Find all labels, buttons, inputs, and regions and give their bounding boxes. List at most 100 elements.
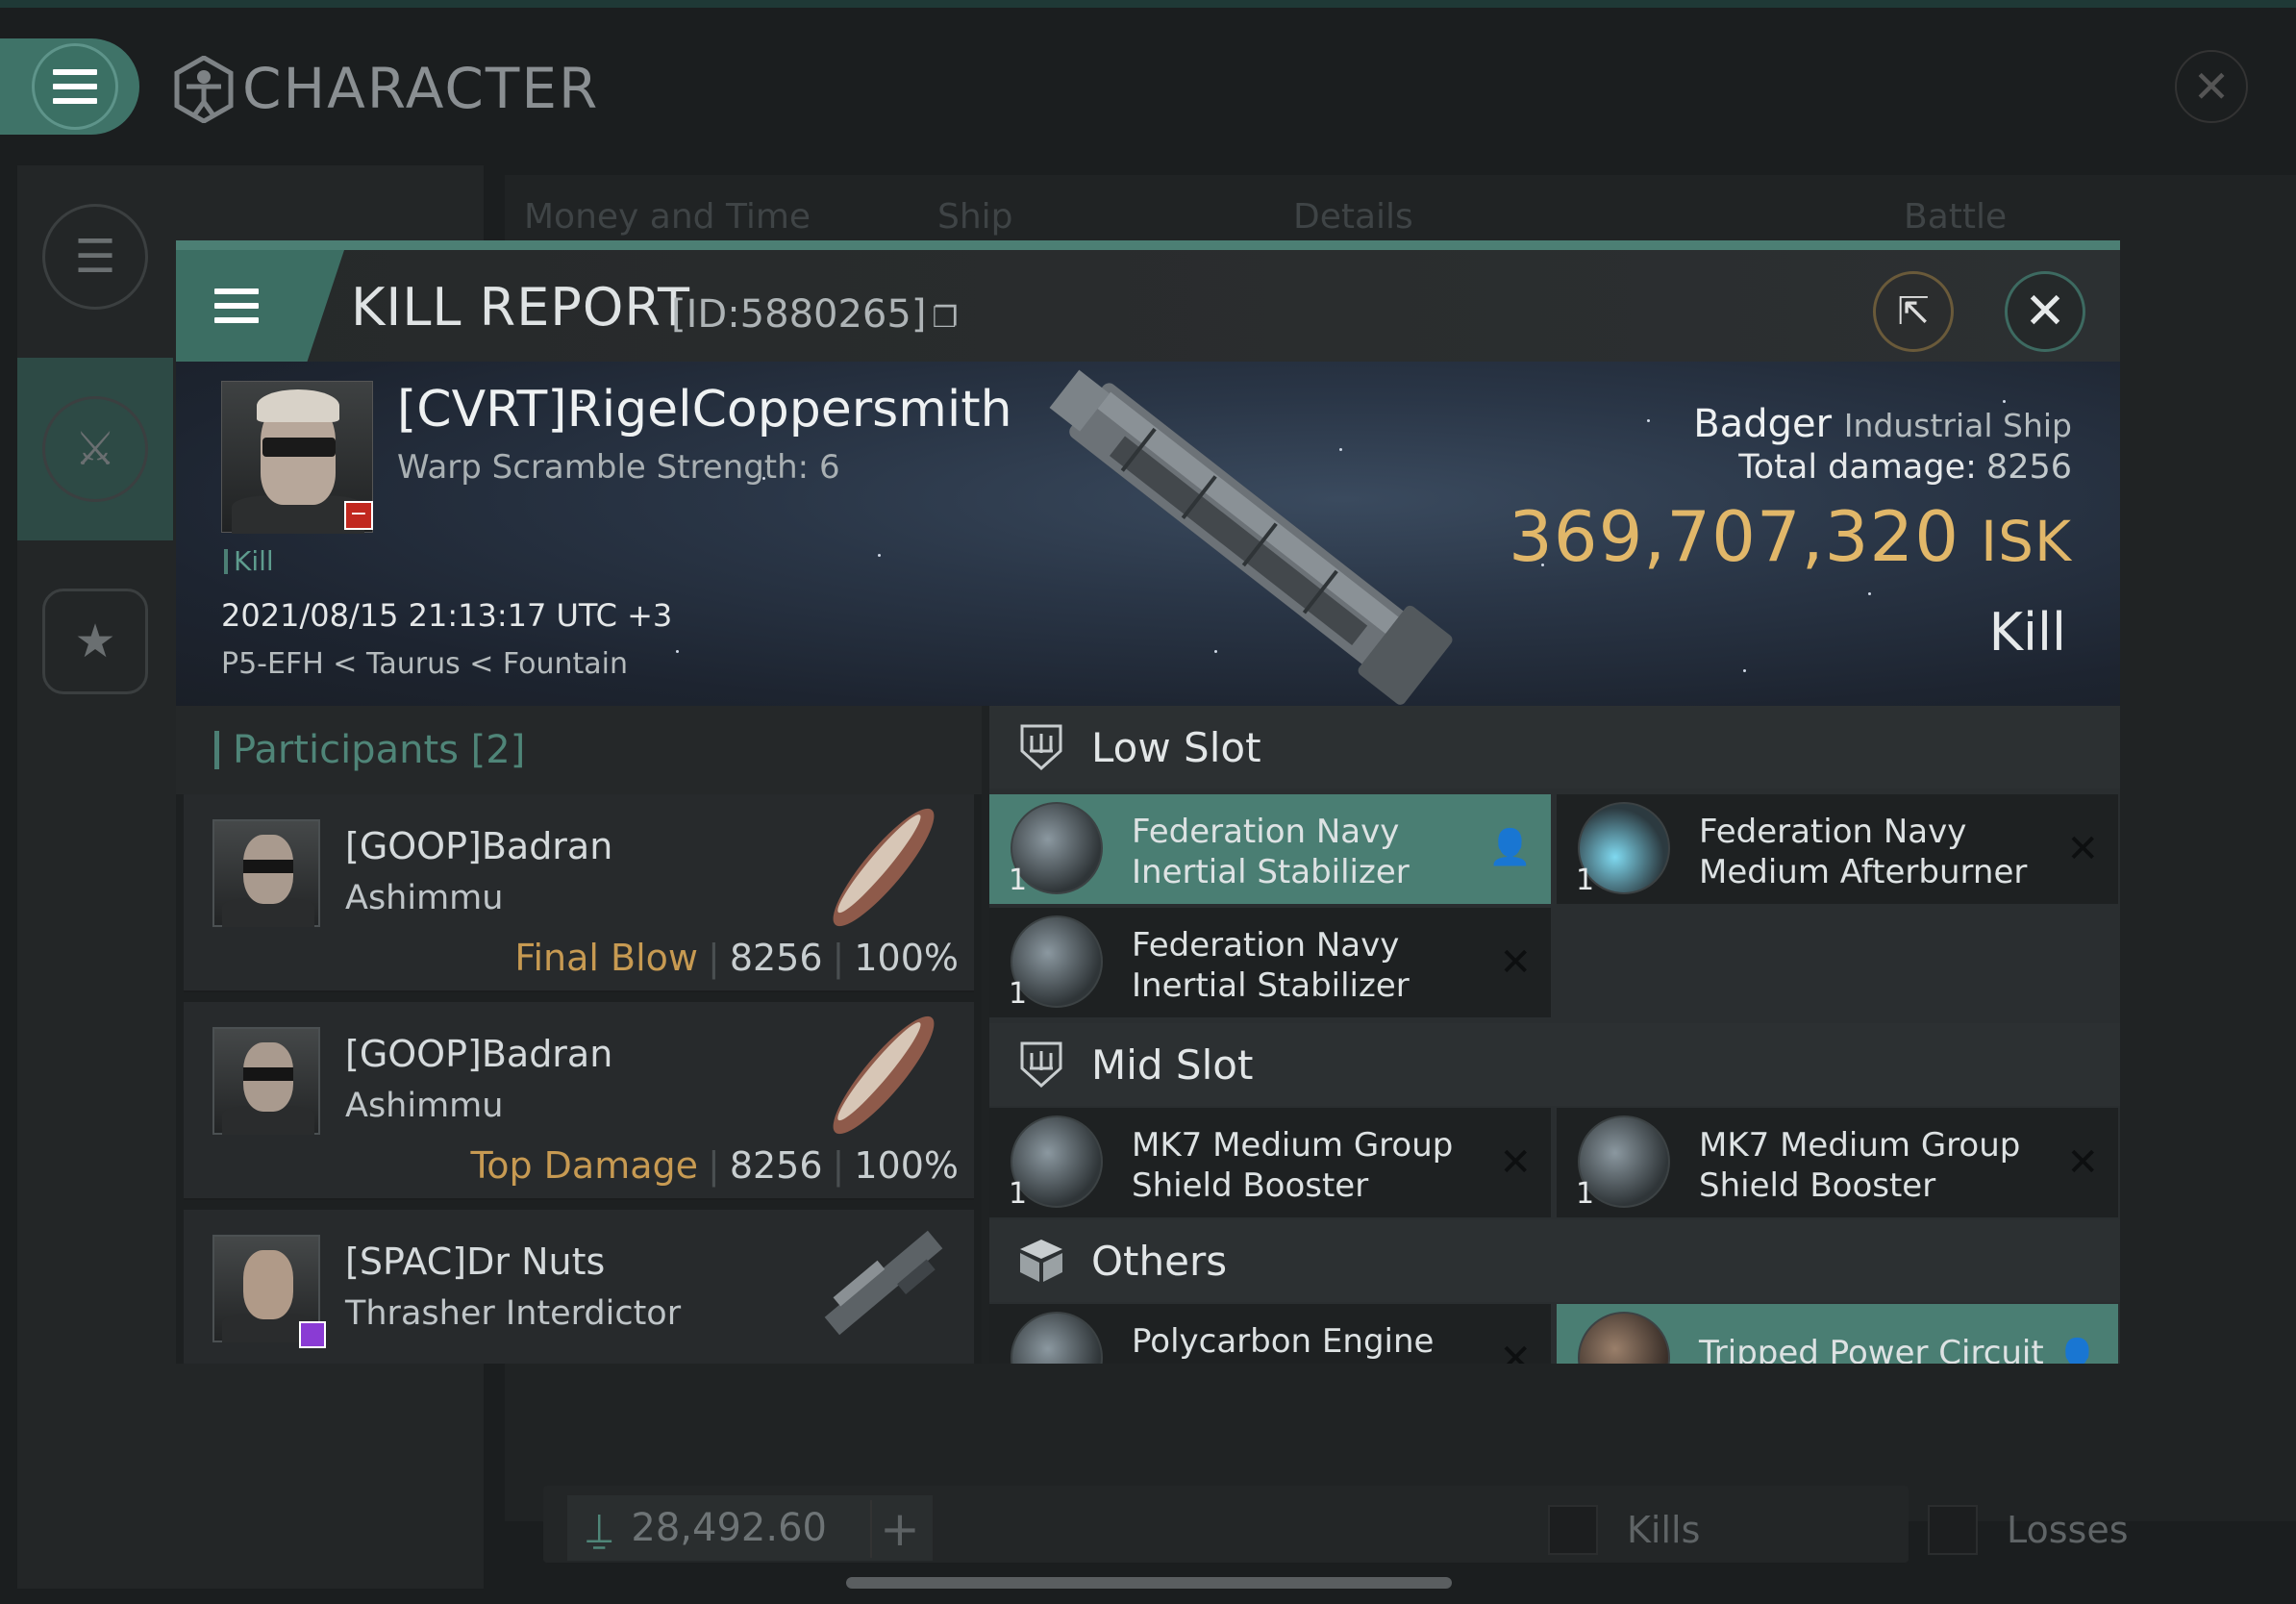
- participant-stats: Final Blow | 8256 | 100%: [514, 937, 959, 979]
- final-blow-label: Final Blow: [514, 937, 699, 979]
- participant-percent: 100%: [854, 1144, 959, 1187]
- module-name: Inertial Stabilizer: [1132, 966, 1410, 1005]
- module-item[interactable]: 1 MK7 Medium Group Shield Booster ✕: [1557, 1108, 2118, 1217]
- module-item[interactable]: 1 Federation Navy Inertial Stabilizer ✕: [989, 908, 1551, 1017]
- module-name: Shield Booster: [1699, 1166, 1936, 1205]
- mid-slot-label: Mid Slot: [1091, 1040, 1254, 1089]
- module-name: MK7 Medium Group: [1699, 1126, 2021, 1165]
- module-name: MK7 Medium Group: [1132, 1126, 1454, 1165]
- participants-header: Participants [2]: [176, 706, 982, 794]
- module-name: Shield Booster: [1132, 1166, 1369, 1205]
- star-icon: ★: [42, 589, 148, 694]
- module-name: Polycarbon Engine: [1132, 1322, 1435, 1361]
- kills-filter[interactable]: Kills: [1548, 1505, 1700, 1555]
- module-item[interactable]: Polycarbon Engine ✕: [989, 1304, 1551, 1364]
- participant-damage: 8256: [729, 1144, 823, 1187]
- participant-row[interactable]: [GOOP]Badran Ashimmu Top Damage | 8256 | 100…: [184, 1002, 974, 1200]
- mid-slot-header: Mid Slot: [989, 1023, 2120, 1106]
- module-item[interactable]: 1 MK7 Medium Group Shield Booster ✕: [989, 1108, 1551, 1217]
- share-button[interactable]: ⇱: [1873, 271, 1954, 352]
- module-item[interactable]: Tripped Power Circuit 👤: [1557, 1304, 2118, 1364]
- module-qty: 1: [1009, 1177, 1028, 1211]
- isk-amount: 369,707,320: [1508, 496, 1960, 577]
- wallet-icon: ⍊: [586, 1503, 612, 1553]
- kill-id[interactable]: [ID:5880265] ❐: [671, 292, 958, 337]
- module-name: Inertial Stabilizer: [1132, 853, 1410, 891]
- character-icon: [174, 56, 234, 123]
- participants-title: Participants [2]: [233, 728, 526, 772]
- nav-menu[interactable]: ☰: [17, 165, 173, 348]
- module-item[interactable]: 1 Federation Navy Medium Afterburner ✕: [1557, 794, 2118, 904]
- scrollbar[interactable]: [846, 1577, 1452, 1589]
- victim-name[interactable]: [CVRT]RigelCoppersmith: [397, 381, 1012, 439]
- add-funds-button[interactable]: +: [870, 1500, 928, 1558]
- module-item[interactable]: 1 Federation Navy Inertial Stabilizer 👤: [989, 794, 1551, 904]
- ship-name[interactable]: Badger Industrial Ship: [1693, 402, 2072, 446]
- participant-row[interactable]: [GOOP]Badran Ashimmu Final Blow | 8256 | 100…: [184, 794, 974, 992]
- total-damage: Total damage: 8256: [1738, 448, 2072, 487]
- module-name: Tripped Power Circuit: [1699, 1334, 2044, 1364]
- tab-ship[interactable]: Ship: [937, 197, 1013, 237]
- power-circuit-icon: [1578, 1312, 1670, 1364]
- kill-location[interactable]: P5-EFH < Taurus < Fountain: [221, 647, 628, 681]
- participant-ship: Ashimmu: [345, 1087, 504, 1125]
- checkbox-icon[interactable]: [1548, 1505, 1598, 1555]
- destroyed-x-icon: ✕: [2066, 827, 2099, 871]
- participant-ship-icon: [833, 1015, 935, 1135]
- top-damage-label: Top Damage: [470, 1144, 699, 1187]
- participant-ship: Ashimmu: [345, 879, 504, 917]
- external-link-icon: ⇱: [1897, 289, 1930, 334]
- wallet-value: 28,492.60: [631, 1506, 827, 1550]
- main-menu-button[interactable]: [0, 38, 139, 135]
- losses-filter[interactable]: Losses: [1928, 1505, 2129, 1555]
- copy-icon[interactable]: ❐: [932, 301, 958, 335]
- victim-ship-image: [1049, 369, 1453, 705]
- nav-battle[interactable]: ⚔: [17, 358, 173, 540]
- background-tabs: Money and Time Ship Details Battle Statu…: [524, 197, 2110, 276]
- participant-ship: Thrasher Interdictor: [345, 1294, 682, 1333]
- kill-id-text: [ID:5880265]: [671, 292, 927, 337]
- module-qty: 1: [1009, 977, 1028, 1011]
- cargo-box-icon: [1020, 1240, 1062, 1282]
- participant-portrait[interactable]: [212, 1027, 320, 1135]
- destroyed-x-icon: ✕: [1499, 1140, 1532, 1185]
- menu-icon: [32, 43, 118, 130]
- close-icon[interactable]: ✕: [2175, 50, 2248, 123]
- damage-label: Total damage:: [1738, 448, 1977, 487]
- participant-stats: Top Damage | 8256 | 100%: [470, 1144, 959, 1187]
- participants-panel: Participants [2] [GOOP]Badran Ashimmu Fi…: [176, 706, 982, 1364]
- damage-value: 8256: [1985, 448, 2072, 487]
- dropped-person-icon: 👤: [1488, 828, 1532, 867]
- corp-badge-icon: [299, 1321, 326, 1348]
- module-qty: 1: [1576, 1177, 1595, 1211]
- participant-row[interactable]: [SPAC]Dr Nuts Thrasher Interdictor: [184, 1210, 974, 1364]
- participant-name: [GOOP]Badran: [345, 825, 613, 867]
- menu-icon: [214, 288, 259, 323]
- nav-favorites[interactable]: ★: [17, 550, 173, 733]
- hostile-badge-icon: −: [344, 501, 373, 530]
- participant-damage: 8256: [729, 937, 823, 979]
- ship-class: Industrial Ship: [1843, 407, 2072, 444]
- module-qty: 1: [1576, 864, 1595, 897]
- modal-close-button[interactable]: ✕: [2005, 271, 2085, 352]
- module-qty: 1: [1009, 864, 1028, 897]
- low-slot-header: Low Slot: [989, 706, 2120, 789]
- checkbox-icon[interactable]: [1928, 1505, 1978, 1555]
- isk-value: 369,707,320 ISK: [1509, 496, 2072, 577]
- modal-title: KILL REPORT: [351, 277, 690, 338]
- victim-banner: − [CVRT]RigelCoppersmith Warp Scramble S…: [176, 362, 2120, 706]
- tab-money-time[interactable]: Money and Time: [524, 197, 811, 237]
- participant-name: [GOOP]Badran: [345, 1033, 613, 1075]
- losses-label: Losses: [2007, 1509, 2129, 1551]
- page-title: CHARACTER: [242, 56, 600, 121]
- destroyed-x-icon: ✕: [1499, 940, 1532, 985]
- participant-portrait[interactable]: [212, 819, 320, 927]
- fitting-panel: Low Slot 1 Federation Navy Inertial Stabi…: [989, 706, 2120, 1364]
- kill-tag: Kill: [224, 548, 274, 575]
- participant-ship-icon: [824, 1230, 943, 1336]
- participant-ship-icon: [833, 808, 935, 927]
- tab-details[interactable]: Details: [1293, 197, 1413, 237]
- participant-name: [SPAC]Dr Nuts: [345, 1241, 606, 1283]
- module-name: Medium Afterburner: [1699, 853, 2028, 891]
- kill-report-modal: KILL REPORT [ID:5880265] ❐ ⇱ ✕ − [CVRT]Ri…: [176, 240, 2120, 1364]
